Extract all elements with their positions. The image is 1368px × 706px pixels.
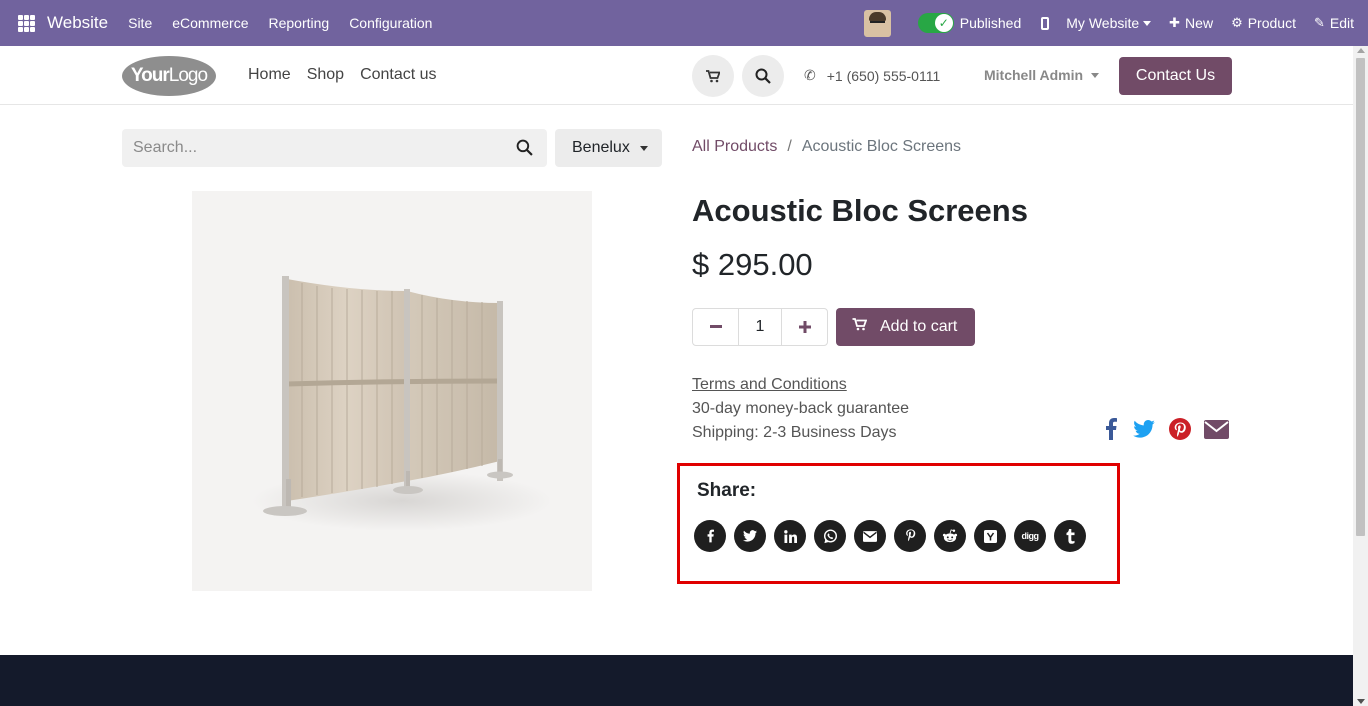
caret-down-icon: [639, 145, 648, 151]
search-input[interactable]: [122, 139, 492, 157]
breadcrumb: All Products / Acoustic Bloc Screens: [692, 138, 961, 156]
pricelist-dropdown[interactable]: Benelux: [555, 129, 662, 167]
twitter-icon[interactable]: [1131, 416, 1157, 442]
page-scrollbar[interactable]: [1353, 46, 1368, 706]
caret-down-icon: [1143, 20, 1152, 26]
share-whatsapp-icon[interactable]: [814, 520, 846, 552]
share-facebook-icon[interactable]: [694, 520, 726, 552]
edit-label: Edit: [1329, 15, 1354, 31]
product-button[interactable]: ⚙ Product: [1231, 15, 1296, 31]
shipping-text: Shipping: 2-3 Business Days: [692, 424, 897, 441]
nav-home[interactable]: Home: [248, 66, 291, 84]
plus-icon: ✚: [1169, 15, 1181, 30]
site-footer: [0, 655, 1353, 706]
search-toggle-button[interactable]: [742, 55, 784, 97]
phone-number: +1 (650) 555-0111: [826, 67, 941, 84]
product-terms: Terms and Conditions 30-day money-back g…: [692, 373, 909, 445]
site-header: YourLogo Home Shop Contact us ✆ +1 (650)…: [0, 46, 1353, 105]
toggle-switch[interactable]: ✓: [917, 13, 954, 33]
logo-text-b: Logo: [168, 65, 208, 86]
mobile-preview-icon[interactable]: [1041, 16, 1050, 30]
share-email-icon[interactable]: [854, 520, 886, 552]
cart-icon: [706, 69, 720, 82]
admin-menu-configuration[interactable]: Configuration: [339, 15, 442, 31]
email-icon[interactable]: [1203, 416, 1229, 442]
my-website-dropdown[interactable]: My Website: [1066, 15, 1152, 31]
pricelist-label: Benelux: [572, 139, 630, 156]
share-buttons: digg: [694, 520, 1094, 552]
nav-shop[interactable]: Shop: [307, 66, 344, 84]
logo-text-a: Your: [130, 65, 170, 86]
search-icon: [755, 68, 771, 84]
guarantee-text: 30-day money-back guarantee: [692, 400, 910, 417]
apps-menu-icon[interactable]: [18, 14, 35, 32]
my-website-label: My Website: [1066, 15, 1140, 31]
pinterest-icon[interactable]: [1167, 416, 1193, 442]
admin-right: ✓ Published My Website ✚ New ⚙ Product ✎ Ed…: [863, 0, 1368, 46]
minus-icon: [709, 325, 722, 328]
admin-menu-ecommerce[interactable]: eCommerce: [162, 15, 258, 31]
check-icon: ✓: [934, 14, 953, 32]
product-price: $ 295.00: [692, 247, 813, 282]
breadcrumb-all-products[interactable]: All Products: [692, 138, 777, 156]
cart-icon: [852, 318, 868, 336]
pencil-icon: ✎: [1313, 15, 1325, 30]
quantity-input[interactable]: 1: [738, 309, 782, 345]
add-to-cart-label: Add to cart: [880, 318, 958, 335]
edit-button[interactable]: ✎ Edit: [1314, 15, 1354, 31]
user-menu[interactable]: Mitchell Admin: [984, 67, 1100, 83]
admin-bar: Website Site eCommerce Reporting Configu…: [0, 0, 1368, 46]
scroll-up-icon[interactable]: [1357, 48, 1365, 53]
phone-icon: ✆: [804, 67, 816, 83]
main-nav: Home Shop Contact us: [248, 66, 453, 84]
app-brand[interactable]: Website: [47, 13, 108, 33]
scrollbar-thumb[interactable]: [1356, 58, 1365, 536]
site-logo[interactable]: YourLogo: [122, 56, 216, 96]
breadcrumb-separator: /: [787, 138, 792, 155]
product-search: [122, 129, 547, 167]
share-pinterest-icon[interactable]: [894, 520, 926, 552]
cart-button[interactable]: [692, 55, 734, 97]
share-digg-icon[interactable]: digg: [1014, 520, 1046, 552]
product-label: Product: [1247, 15, 1296, 31]
new-label: New: [1185, 15, 1214, 31]
nav-contact[interactable]: Contact us: [360, 66, 436, 84]
share-hacker-news-icon[interactable]: [974, 520, 1006, 552]
add-to-cart-button[interactable]: Add to cart: [836, 308, 975, 346]
contact-us-button[interactable]: Contact Us: [1119, 57, 1232, 95]
facebook-icon[interactable]: [1101, 416, 1121, 442]
admin-menu: Site eCommerce Reporting Configuration: [118, 15, 442, 31]
search-icon: [516, 139, 533, 156]
decrease-quantity-button[interactable]: [693, 309, 738, 345]
phone-contact[interactable]: ✆ +1 (650) 555-0111: [804, 67, 940, 84]
breadcrumb-current: Acoustic Bloc Screens: [801, 138, 962, 155]
user-name: Mitchell Admin: [984, 67, 1084, 83]
share-twitter-icon[interactable]: [734, 520, 766, 552]
caret-down-icon: [1091, 72, 1100, 78]
share-tumblr-icon[interactable]: [1054, 520, 1086, 552]
share-label: Share:: [697, 480, 757, 501]
published-label: Published: [959, 15, 1022, 31]
admin-menu-reporting[interactable]: Reporting: [258, 15, 339, 31]
user-avatar[interactable]: [863, 9, 891, 37]
share-reddit-icon[interactable]: [934, 520, 966, 552]
share-linkedin-icon[interactable]: [774, 520, 806, 552]
product-title: Acoustic Bloc Screens: [692, 193, 1028, 228]
terms-link[interactable]: Terms and Conditions: [692, 373, 909, 397]
scroll-down-icon[interactable]: [1357, 699, 1365, 704]
plus-icon: [798, 321, 811, 333]
product-image[interactable]: [192, 191, 592, 591]
social-links: [1101, 416, 1239, 442]
search-submit-button[interactable]: [516, 139, 533, 161]
admin-menu-site[interactable]: Site: [118, 15, 162, 31]
quantity-stepper: 1: [692, 308, 828, 346]
new-button[interactable]: ✚ New: [1169, 15, 1213, 31]
increase-quantity-button[interactable]: [782, 309, 827, 345]
published-toggle[interactable]: ✓ Published: [917, 13, 1022, 33]
gear-icon: ⚙: [1231, 15, 1243, 30]
acoustic-screen-image: [252, 276, 552, 531]
